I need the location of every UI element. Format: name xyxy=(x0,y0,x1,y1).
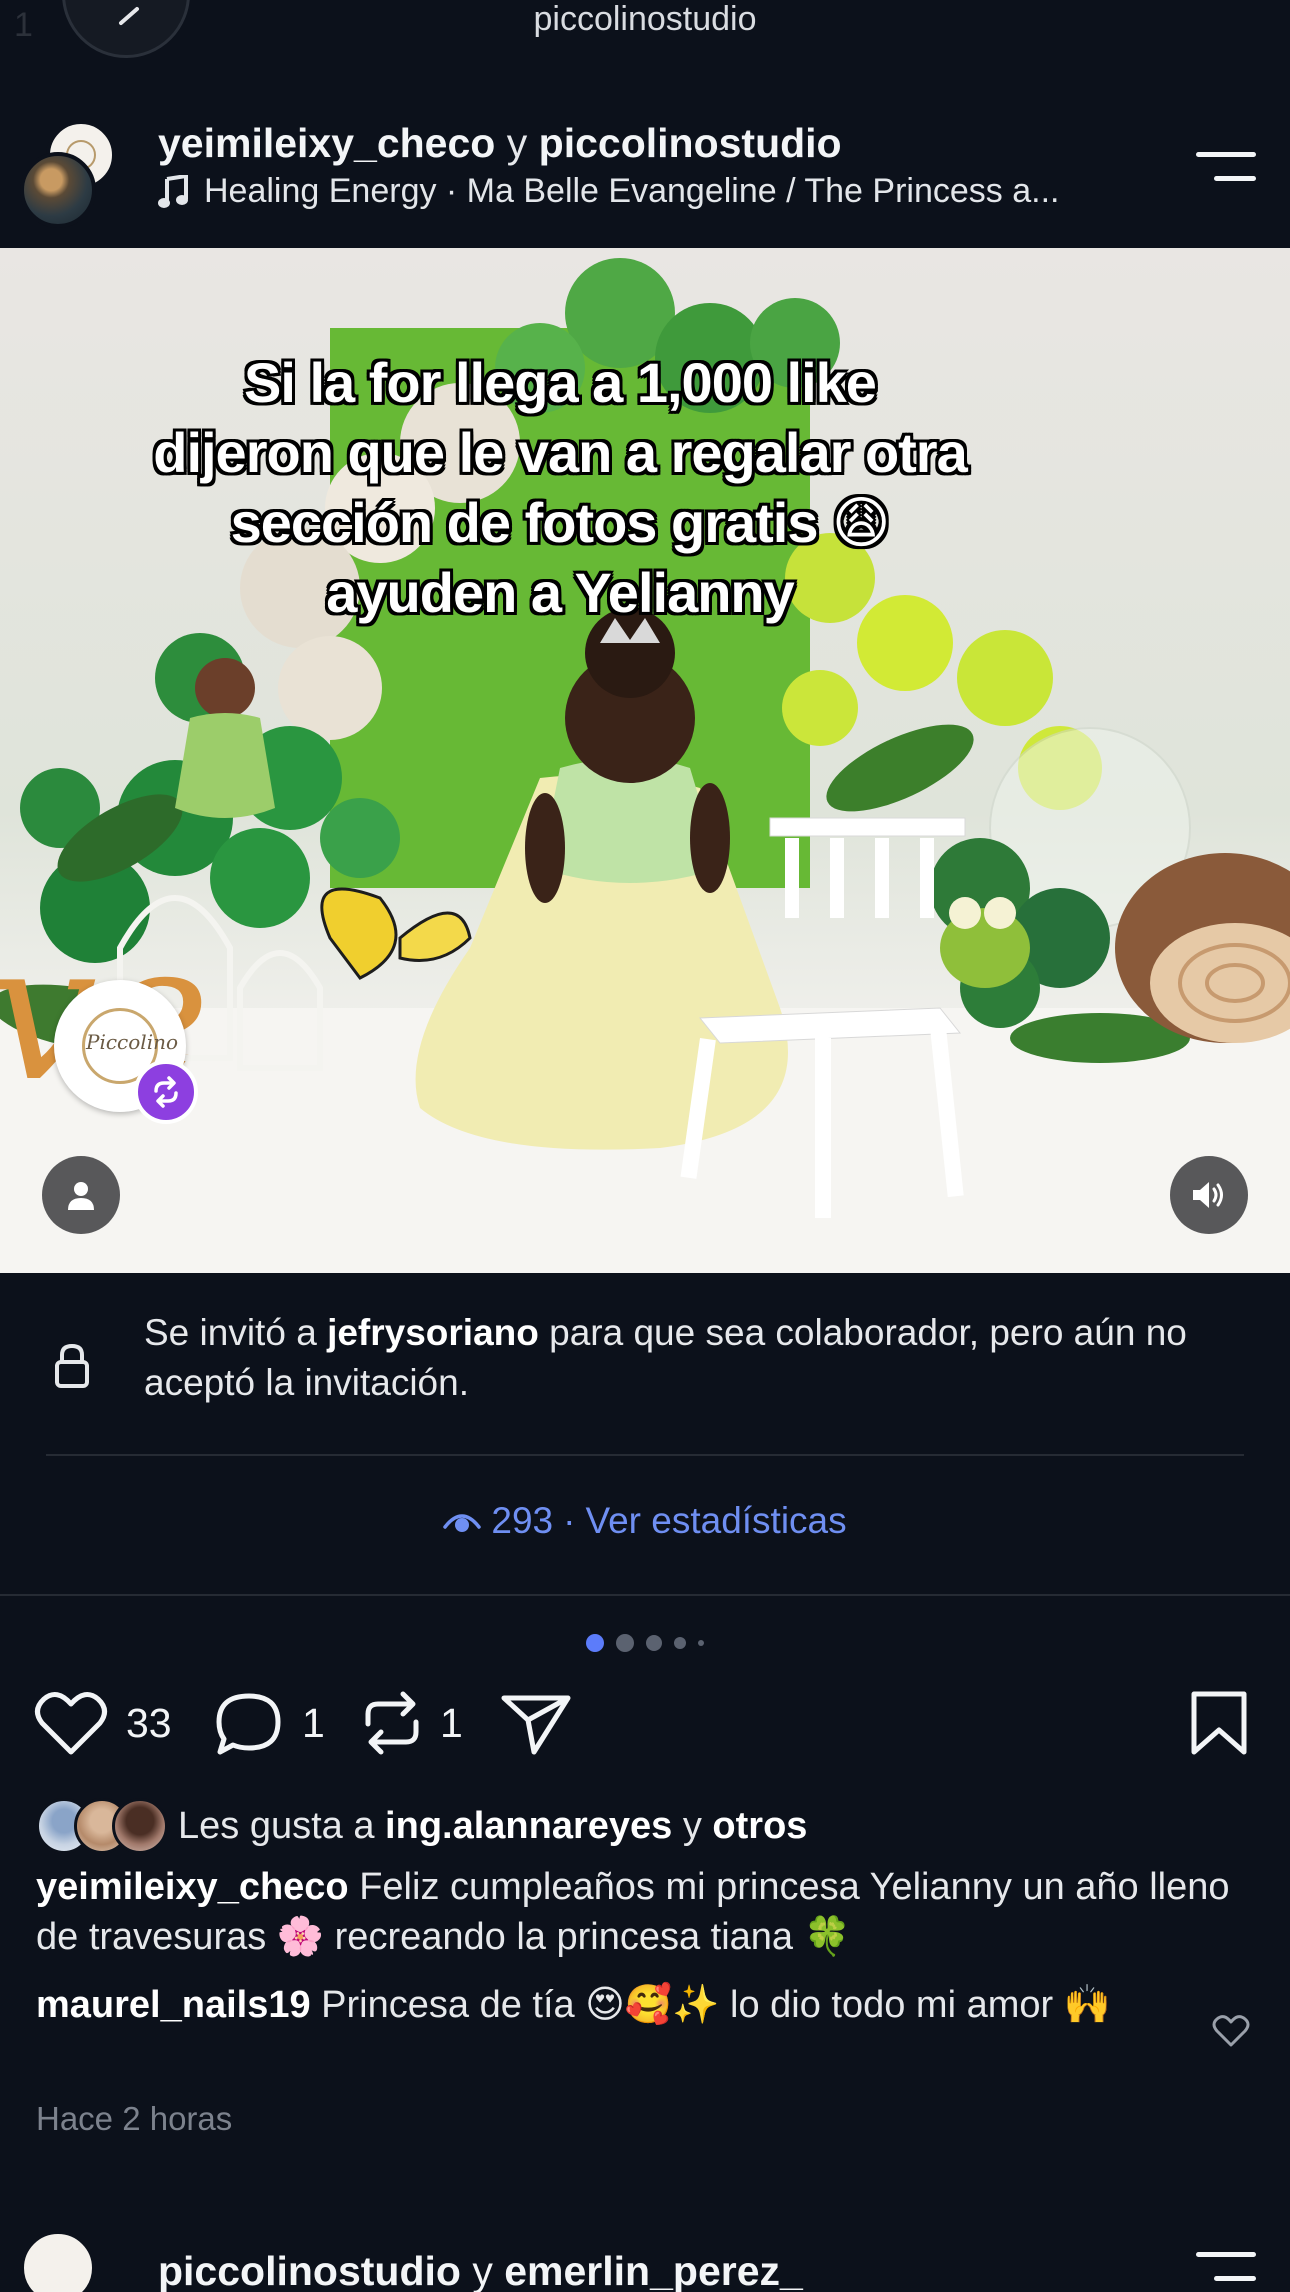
repost-icon xyxy=(365,1691,419,1755)
next-post-menu-icon[interactable] xyxy=(1196,2250,1256,2282)
author-username[interactable]: yeimileixy_checo xyxy=(158,120,495,166)
share-button[interactable] xyxy=(500,1690,572,1756)
music-track[interactable]: Healing Energy · Ma Belle Evangeline / T… xyxy=(158,172,1059,211)
author-avatars[interactable] xyxy=(20,120,120,230)
caption-username[interactable]: yeimileixy_checo xyxy=(36,1866,349,1908)
next-author-username[interactable]: piccolinostudio xyxy=(158,2248,461,2292)
liked-by-text: Les gusta a ing.alannareyes y otros xyxy=(178,1805,807,1848)
liked-by-prefix: Les gusta a xyxy=(178,1804,386,1847)
divider xyxy=(46,1454,1244,1456)
lock-icon xyxy=(55,1343,89,1388)
carousel-dot xyxy=(674,1637,686,1649)
comment-bubble-icon xyxy=(216,1693,281,1755)
eye-icon xyxy=(443,1514,482,1532)
liked-by-row[interactable]: Les gusta a ing.alannareyes y otros xyxy=(36,1796,807,1856)
next-collaborator-username[interactable]: emerlin_perez_ xyxy=(504,2248,803,2292)
collaborator-username[interactable]: piccolinostudio xyxy=(539,120,842,166)
remix-icon xyxy=(134,1060,198,1124)
liked-by-connector: y xyxy=(672,1804,713,1847)
overlay-caption: Si la for llega a 1,000 like dijeron que… xyxy=(153,351,968,624)
page-title: piccolinostudio xyxy=(533,0,757,38)
view-stats-label: Ver estadísticas xyxy=(585,1500,847,1541)
send-icon xyxy=(501,1695,571,1755)
comment-item: maurel_nails19 Princesa de tía 😍🥰✨ lo di… xyxy=(36,1980,1136,2030)
heart-icon xyxy=(35,1692,107,1755)
authors-connector: y xyxy=(506,120,528,166)
collab-prefix: Se invitó a xyxy=(144,1312,328,1353)
liked-by-others[interactable]: otros xyxy=(712,1805,807,1847)
repost-button[interactable]: 1 xyxy=(362,1690,463,1756)
remix-badge[interactable]: Piccolino xyxy=(54,980,198,1124)
likes-count: 33 xyxy=(126,1699,172,1746)
bookmark-icon xyxy=(1191,1691,1247,1755)
comments-count: 1 xyxy=(302,1699,325,1746)
tagged-people-button[interactable] xyxy=(42,1156,120,1234)
speaker-icon xyxy=(1193,1182,1223,1208)
post-media[interactable]: ve Si la for llega a 1,000 li xyxy=(0,248,1290,1273)
next-post-avatar[interactable] xyxy=(20,2230,96,2292)
carousel-dot xyxy=(616,1634,634,1652)
carousel-indicator xyxy=(0,1634,1290,1652)
person-icon xyxy=(68,1182,94,1210)
post-timestamp: Hace 2 horas xyxy=(36,2100,233,2137)
music-note-icon xyxy=(158,174,188,208)
divider xyxy=(0,1594,1290,1596)
collab-notice: Se invitó a jefrysoriano para que sea co… xyxy=(0,1300,1290,1460)
top-bar: 1 piccolinostudio xyxy=(0,0,1290,60)
heart-outline-icon xyxy=(1212,2015,1250,2047)
post-authors: yeimileixy_checo y piccolinostudio xyxy=(158,120,842,167)
carousel-dot-active xyxy=(586,1634,604,1652)
author-avatar[interactable] xyxy=(20,152,96,228)
reposts-count: 1 xyxy=(440,1699,463,1746)
invited-username[interactable]: jefrysoriano xyxy=(327,1312,539,1353)
menu-icon[interactable] xyxy=(1196,150,1256,182)
collab-notice-text: Se invitó a jefrysoriano para que sea co… xyxy=(144,1308,1244,1408)
liked-by-user[interactable]: ing.alannareyes xyxy=(385,1805,672,1847)
next-post-authors: piccolinostudio y emerlin_perez_ xyxy=(158,2248,803,2292)
comment-button[interactable]: 1 xyxy=(214,1690,325,1756)
post-header: yeimileixy_checo y piccolinostudio Heali… xyxy=(0,110,1290,245)
like-button[interactable]: 33 xyxy=(34,1690,172,1756)
music-track-label: Healing Energy · Ma Belle Evangeline / T… xyxy=(204,172,1060,210)
comment-text: Princesa de tía 😍🥰✨ lo dio todo mi amor … xyxy=(310,1984,1112,2026)
carousel-dot xyxy=(698,1640,704,1646)
comment-like-button[interactable] xyxy=(1212,2014,1250,2053)
view-stats-link[interactable]: 293 · Ver estadísticas xyxy=(0,1500,1290,1542)
save-button[interactable] xyxy=(1190,1690,1248,1756)
post-actions: 33 1 1 xyxy=(0,1690,1290,1760)
comment-username[interactable]: maurel_nails19 xyxy=(36,1984,311,2026)
stats-separator: · xyxy=(563,1500,576,1541)
studio-logo-text: Piccolino xyxy=(86,1030,179,1054)
sound-toggle-button[interactable] xyxy=(1170,1156,1248,1234)
next-authors-connector: y xyxy=(472,2248,493,2292)
post-caption: yeimileixy_checo Feliz cumpleaños mi pri… xyxy=(36,1862,1256,1962)
carousel-dot xyxy=(646,1635,662,1651)
liker-avatar xyxy=(112,1798,168,1854)
views-count: 293 xyxy=(491,1500,554,1541)
next-post-header: piccolinostudio y emerlin_perez_ xyxy=(0,2220,1290,2292)
